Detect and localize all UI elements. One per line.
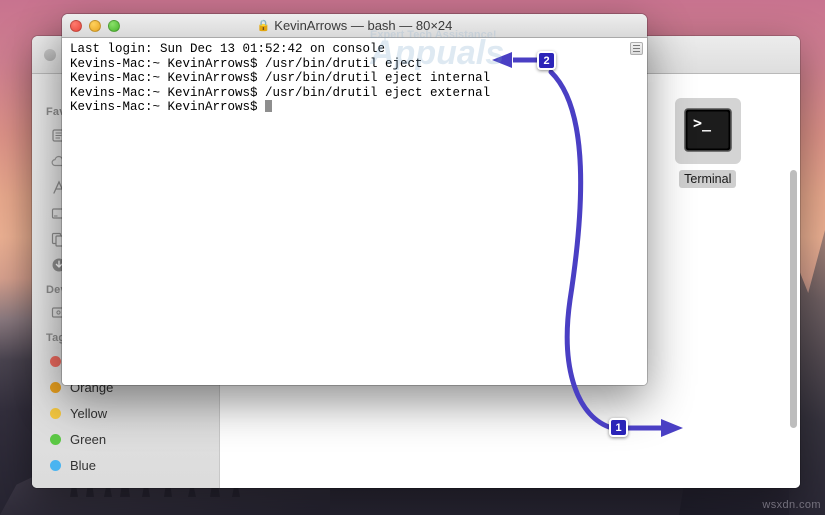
terminal-prompt: Kevins-Mac:~ KevinArrows$ (70, 100, 266, 115)
terminal-close-button[interactable] (70, 20, 82, 32)
sidebar-tag-label: Blue (70, 457, 97, 473)
terminal-zoom-button[interactable] (108, 20, 120, 32)
app-label: Terminal (679, 170, 737, 189)
tag-dot-red (50, 355, 61, 367)
tag-dot-yellow (50, 407, 61, 419)
terminal-line: Kevins-Mac:~ KevinArrows$ /usr/bin/druti… (70, 71, 491, 86)
tag-dot-orange (50, 381, 61, 393)
sidebar-tag-label: Yellow (70, 405, 108, 421)
terminal-title: 🔒 KevinArrows — bash — 80×24 (257, 18, 453, 33)
tag-dot-blue (50, 459, 61, 471)
finder-close-button[interactable] (44, 49, 56, 61)
terminal-window[interactable]: 🔒 KevinArrows — bash — 80×24 Last login:… (62, 14, 647, 385)
terminal-cursor (265, 100, 273, 113)
sidebar-tag-yellow[interactable]: Yellow (32, 400, 219, 426)
terminal-title-text: KevinArrows — bash — 80×24 (274, 18, 453, 33)
callout-badge-2: 2 (537, 51, 556, 70)
lock-icon: 🔒 (256, 20, 271, 32)
terminal-line: Kevins-Mac:~ KevinArrows$ /usr/bin/druti… (70, 85, 491, 100)
terminal-prompt-line: Kevins-Mac:~ KevinArrows$ (70, 100, 639, 115)
tag-dot-green (50, 433, 61, 445)
terminal-scroll-indicator[interactable] (630, 42, 643, 55)
watermark-corner: wsxdn.com (762, 499, 821, 511)
terminal-output[interactable]: Last login: Sun Dec 13 01:52:42 on conso… (62, 38, 647, 385)
terminal-icon: >_ (674, 98, 741, 164)
app-item-terminal[interactable]: >_ Terminal (640, 92, 777, 228)
finder-vertical-scrollbar[interactable] (790, 170, 797, 428)
sidebar-tag-blue[interactable]: Blue (32, 452, 219, 478)
terminal-minimize-button[interactable] (89, 20, 101, 32)
svg-text:>_: >_ (693, 114, 712, 132)
sidebar-tag-label: Green (70, 431, 107, 447)
callout-badge-1: 1 (609, 418, 628, 437)
app-cell-empty (640, 228, 777, 364)
sidebar-tag-green[interactable]: Green (32, 426, 219, 452)
terminal-titlebar[interactable]: 🔒 KevinArrows — bash — 80×24 (62, 14, 647, 38)
terminal-traffic-lights[interactable] (70, 20, 120, 32)
